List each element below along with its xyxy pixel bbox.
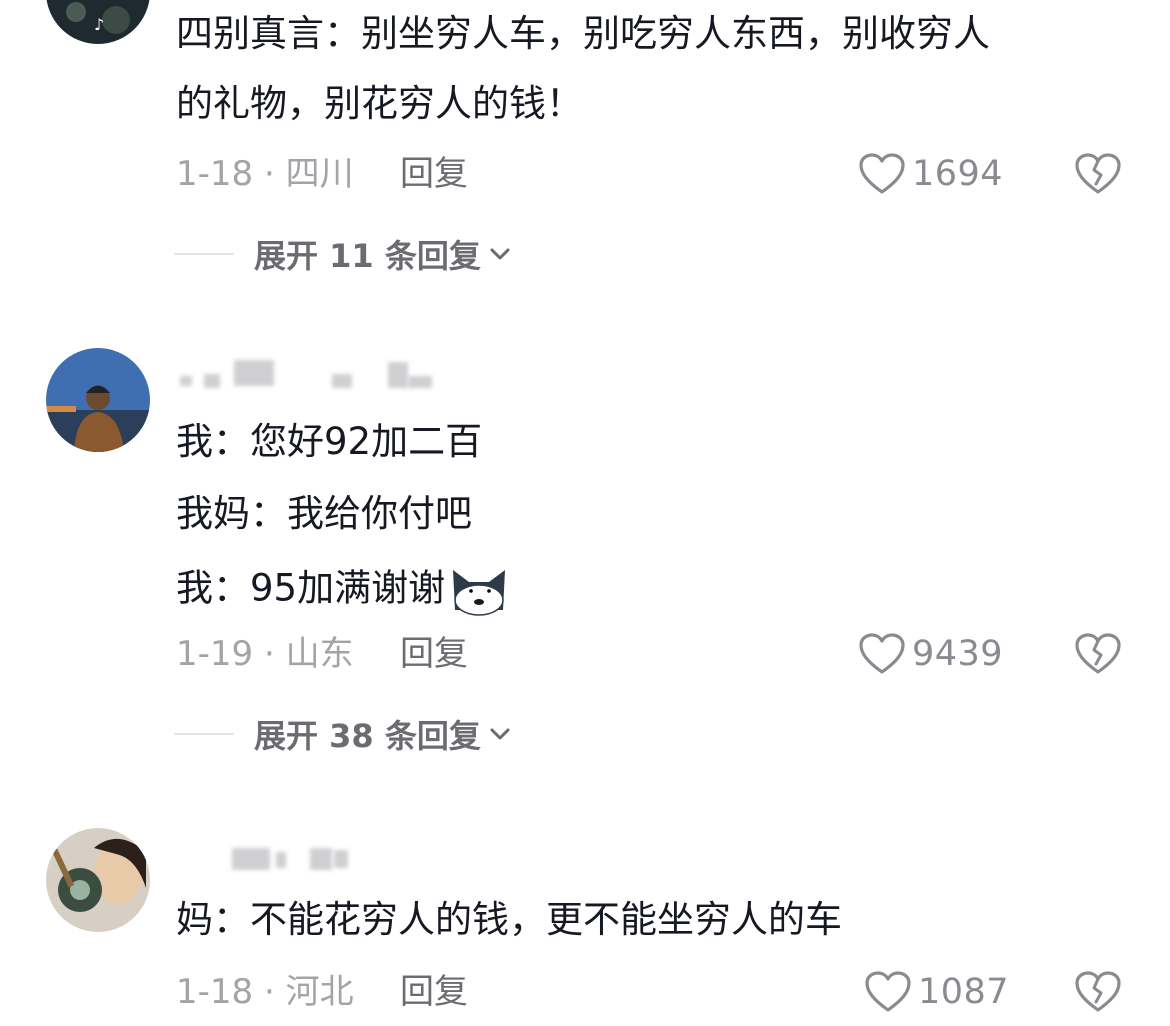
comment-text-line: 我妈：我给你付吧 (176, 492, 472, 535)
avatar[interactable]: ♪ (46, 0, 150, 44)
reply-button[interactable]: 回复 (400, 154, 468, 194)
divider (174, 253, 234, 255)
comment-text-line: 妈：不能花穷人的钱，更不能坐穷人的车 (176, 898, 842, 941)
username-redacted (176, 848, 376, 876)
comment-text-line: 四别真言：别坐穷人车，别吃穷人东西，别收穷人 (176, 12, 990, 55)
comment-text-line: 的礼物，别花穷人的钱！ (176, 82, 583, 125)
dislike-button[interactable] (1074, 150, 1122, 198)
reply-button[interactable]: 回复 (400, 634, 468, 674)
heart-outline-icon (865, 971, 911, 1012)
comment-meta: 1-19 · 山东 (176, 634, 354, 674)
divider (174, 733, 234, 735)
expand-replies-button[interactable]: 展开 38 条回复 (174, 712, 511, 756)
comment-item: 妈：不能花穷人的钱，更不能坐穷人的车 1-18 · 河北 回复 1087 (0, 820, 1170, 1026)
broken-heart-icon (1075, 153, 1121, 194)
comment-text: 我：95加满谢谢 (176, 566, 446, 610)
heart-outline-icon (859, 633, 905, 674)
comment-item: ♪ 四别真言：别坐穷人车，别吃穷人东西，别收穷人 的礼物，别花穷人的钱！ 1-1… (0, 0, 1170, 290)
svg-text:♪: ♪ (94, 15, 104, 34)
avatar[interactable] (46, 348, 150, 452)
like-button[interactable]: 1087 (864, 968, 1009, 1016)
comment-text-line: 我：95加满谢谢 (176, 564, 509, 616)
like-button[interactable]: 9439 (858, 630, 1003, 678)
comment-text-line: 我：您好92加二百 (176, 420, 483, 463)
expand-replies-label: 展开 11 条回复 (254, 237, 481, 275)
like-button[interactable]: 1694 (858, 150, 1003, 198)
heart-outline-icon (859, 153, 905, 194)
dislike-button[interactable] (1074, 968, 1122, 1016)
broken-heart-icon (1075, 633, 1121, 674)
comment-meta: 1-18 · 四川 (176, 154, 354, 194)
reply-button[interactable]: 回复 (400, 972, 468, 1012)
expand-replies-label: 展开 38 条回复 (254, 717, 481, 755)
dislike-button[interactable] (1074, 630, 1122, 678)
like-count: 9439 (912, 634, 1004, 674)
comment-meta: 1-18 · 河北 (176, 972, 354, 1012)
avatar[interactable] (46, 828, 150, 932)
like-count: 1087 (918, 972, 1010, 1012)
broken-heart-icon (1075, 971, 1121, 1012)
like-count: 1694 (912, 154, 1004, 194)
username-redacted (176, 360, 476, 388)
chevron-down-icon (490, 728, 510, 740)
husky-emoji (453, 570, 506, 616)
expand-replies-button[interactable]: 展开 11 条回复 (174, 232, 511, 276)
chevron-down-icon (490, 248, 510, 260)
comment-item: 我：您好92加二百 我妈：我给你付吧 我：95加满谢谢 1-19 · 山东 回复… (0, 340, 1170, 760)
